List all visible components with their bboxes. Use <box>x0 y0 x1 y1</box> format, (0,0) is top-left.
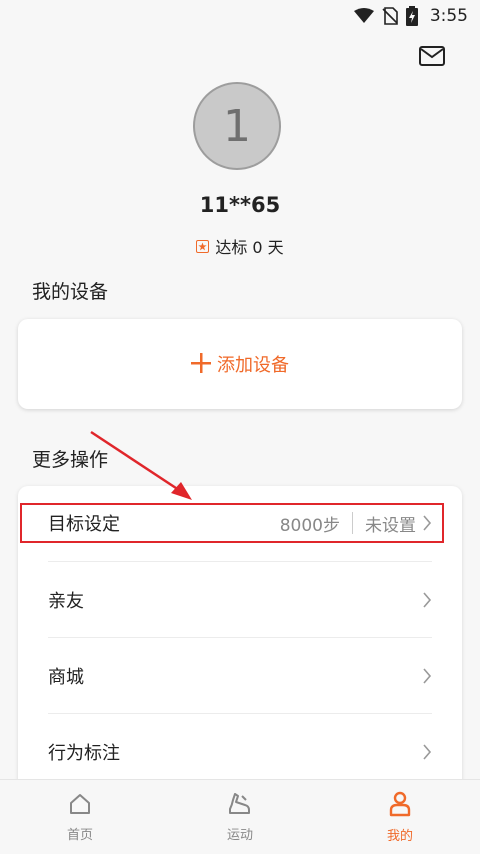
username: 11**65 <box>199 193 281 217</box>
plus-icon <box>191 350 211 378</box>
nav-mine[interactable]: 我的 <box>320 780 480 854</box>
annotation-highlight-box <box>20 503 444 543</box>
section-title-devices: 我的设备 <box>32 281 109 303</box>
wifi-icon <box>353 8 374 24</box>
home-icon <box>68 792 92 820</box>
no-sim-icon <box>382 7 398 25</box>
nav-home[interactable]: 首页 <box>0 780 160 854</box>
battery-charging-icon <box>405 6 418 26</box>
nav-mine-label: 我的 <box>386 828 413 844</box>
bottom-nav: 首页 运动 我的 <box>0 779 480 854</box>
add-device-button[interactable]: 添加设备 <box>18 319 462 409</box>
goal-days-text: 达标 0 天 <box>215 238 284 257</box>
add-device-label: 添加设备 <box>217 355 289 376</box>
mail-icon[interactable] <box>418 44 446 68</box>
list-item-label: 行为标注 <box>48 742 120 764</box>
person-icon <box>389 791 411 821</box>
list-item-label: 亲友 <box>48 590 84 612</box>
avatar[interactable]: 1 <box>193 82 281 170</box>
status-time: 3:55 <box>429 6 468 26</box>
nav-sport[interactable]: 运动 <box>160 780 320 854</box>
chevron-right-icon <box>422 667 432 684</box>
status-bar: 3:55 <box>0 0 480 32</box>
chevron-right-icon <box>422 743 432 760</box>
list-item-mall[interactable]: 商城 <box>18 638 462 713</box>
goal-days-badge: 达标 0 天 <box>0 234 480 258</box>
nav-sport-label: 运动 <box>226 827 253 843</box>
chevron-right-icon <box>422 591 432 608</box>
shoe-icon <box>227 792 253 820</box>
section-title-more: 更多操作 <box>32 449 109 471</box>
nav-home-label: 首页 <box>66 827 93 843</box>
list-item-behavior-annotation[interactable]: 行为标注 <box>18 714 462 789</box>
list-item-label: 商城 <box>48 666 84 688</box>
list-item-friends[interactable]: 亲友 <box>18 562 462 637</box>
star-icon <box>196 239 210 253</box>
profile-screen: 3:55 1 11**65 达标 0 天 我的设备 添加设备 更多操作 目标设定… <box>0 0 480 854</box>
